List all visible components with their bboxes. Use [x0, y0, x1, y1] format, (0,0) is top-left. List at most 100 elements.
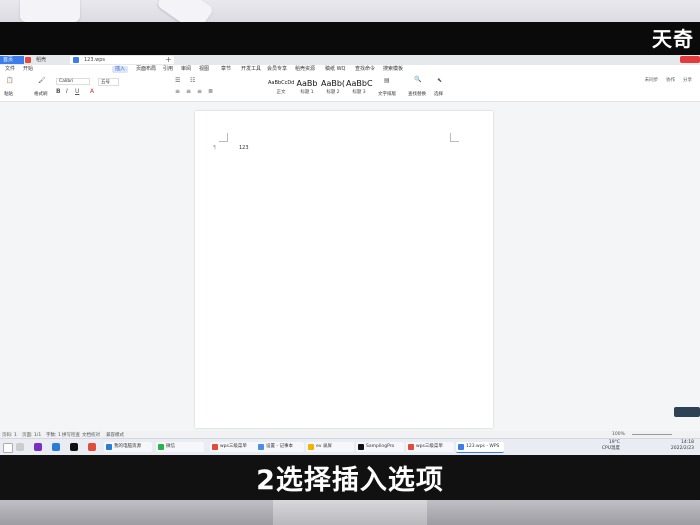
cursor-select-icon[interactable]: ⬉	[437, 77, 442, 84]
weather-widget[interactable]: 19°C CPU温度	[602, 440, 620, 452]
video-top-band	[0, 22, 700, 55]
align-left-icon[interactable]: ≡	[175, 88, 180, 95]
paste-icon[interactable]: 📋	[6, 77, 13, 84]
menu-item[interactable]: 页面布局	[133, 66, 159, 73]
paste-button[interactable]: 粘贴	[4, 91, 13, 97]
text-tools-button[interactable]: 文字排版	[378, 91, 396, 97]
find-replace-button[interactable]: 查找替换	[408, 91, 426, 97]
app-icon	[458, 444, 464, 450]
taskbar-app[interactable]: SamplingPro	[356, 442, 404, 452]
collab-button[interactable]: 协作	[666, 78, 675, 83]
menu-item[interactable]: 会员专享	[264, 66, 290, 73]
underline-icon[interactable]: U	[75, 88, 79, 95]
style-label: 标题 1	[300, 90, 314, 95]
docer-icon	[25, 57, 31, 63]
style-preset[interactable]: AaBbC 标题 3	[346, 78, 373, 98]
style-label: 标题 3	[352, 90, 366, 95]
desk-object	[20, 0, 80, 22]
select-button[interactable]: 选择	[434, 91, 443, 97]
share-button[interactable]: 分享	[683, 78, 692, 83]
font-color-icon[interactable]: A	[90, 88, 94, 95]
menu-item[interactable]: 引用	[160, 66, 176, 73]
tab-docer-label: 稻壳	[36, 57, 47, 63]
menu-item[interactable]: 插入	[112, 66, 129, 73]
taskbar-app[interactable]: wps三级菜单	[210, 442, 258, 452]
taskbar-app-label: 微信	[166, 444, 175, 449]
video-caption: 2选择插入选项	[256, 465, 444, 496]
tab-document-label: 123.wps	[84, 57, 106, 63]
taskbar-app-label: ev 录屏	[316, 444, 332, 449]
status-bar: 页码: 1 页面: 1/1 字数: 1 拼写检查 文档校对 兼容模式 100%	[0, 431, 700, 438]
app-icon[interactable]	[52, 443, 60, 451]
taskbar-app[interactable]: 设置 - 记事本	[256, 442, 304, 452]
menu-item[interactable]: 搜索模板	[380, 66, 406, 73]
italic-icon[interactable]: I	[66, 88, 68, 95]
app-icon	[158, 444, 164, 450]
capcut-icon[interactable]	[70, 443, 78, 451]
menu-item[interactable]: 章节	[218, 66, 234, 73]
new-tab-button[interactable]: +	[165, 56, 172, 64]
menu-item[interactable]: 开始	[20, 66, 36, 73]
clock-date: 2022/2/23	[670, 446, 694, 451]
taskbar-app-label: 设置 - 记事本	[266, 444, 293, 449]
align-right-icon[interactable]: ≡	[197, 88, 202, 95]
zoom-level[interactable]: 100%	[612, 432, 625, 437]
taskbar-app[interactable]: 123.wps - WPS	[456, 442, 504, 453]
list-icon[interactable]: ☰	[175, 77, 180, 84]
format-painter-icon[interactable]: 🖌	[38, 77, 46, 84]
font-size-select[interactable]: 五号	[98, 78, 119, 86]
format-painter-button[interactable]: 格式刷	[34, 91, 48, 97]
style-preset[interactable]: AaBbCcDd 正文	[268, 78, 294, 98]
menu-item[interactable]: 开发工具	[238, 66, 264, 73]
menu-item[interactable]: 查找命令	[352, 66, 378, 73]
text-tools-icon[interactable]: ▤	[384, 77, 390, 84]
search-icon[interactable]	[16, 443, 24, 451]
numbered-list-icon[interactable]: ☷	[190, 77, 195, 84]
bold-icon[interactable]: B	[56, 88, 61, 95]
menu-item[interactable]: 稿纸 WQ	[322, 66, 348, 73]
tab-bar: 首页 稻壳 123.wps +	[0, 55, 700, 65]
margin-corner-top-right	[450, 133, 459, 142]
style-preview: AaBb	[296, 79, 318, 88]
cloud-status[interactable]: 未同步	[645, 78, 659, 83]
document-page[interactable]: ¶ 123	[195, 111, 493, 428]
collab-tools: 未同步 协作 分享	[645, 76, 692, 83]
menu-item[interactable]: 视图	[196, 66, 212, 73]
taskbar-app-label: 123.wps - WPS	[466, 444, 500, 449]
floating-widget[interactable]	[674, 407, 700, 417]
align-center-icon[interactable]: ≡	[186, 88, 191, 95]
style-preview: AaBbC	[346, 79, 373, 88]
font-select[interactable]: Calibri	[56, 78, 91, 85]
justify-icon[interactable]: ≣	[208, 88, 213, 95]
wps-window: 首页 稻壳 123.wps + 文件 开始 插入 页面布局 引用 审阅 视图 章节 开发工具 会员…	[0, 55, 700, 455]
taskbar-app[interactable]: ev 录屏	[306, 442, 354, 452]
taskbar-app[interactable]: wps三级菜单	[406, 442, 454, 452]
windows-taskbar: 我的电脑资源 微信 wps三级菜单 设置 - 记事本 ev 录屏 SamplingPro w…	[0, 438, 700, 455]
menu-item[interactable]: 文件	[2, 66, 18, 73]
style-preset[interactable]: AaBb( 标题 2	[320, 78, 346, 98]
ribbon-toolbar: 📋 粘贴 🖌 格式刷 Calibri 五号 B I U A ☰ ☷ ≡ ≡ ≡ …	[0, 74, 700, 102]
document-text[interactable]: 123	[239, 145, 249, 151]
watermark-logo: 天奇	[652, 27, 694, 51]
margin-corner-top-left	[219, 133, 228, 142]
taskbar-app[interactable]: 我的电脑资源	[104, 442, 152, 452]
app-icon	[258, 444, 264, 450]
app-icon[interactable]	[34, 443, 42, 451]
style-label: 标题 2	[326, 90, 340, 95]
taskbar-app-label: SamplingPro	[366, 444, 395, 449]
menu-item[interactable]: 审阅	[178, 66, 194, 73]
taskbar-app[interactable]: 微信	[156, 442, 204, 452]
system-clock[interactable]: 14:18 2022/2/23	[671, 440, 694, 452]
find-icon[interactable]: 🔍	[414, 76, 421, 83]
style-label: 正文	[276, 90, 286, 95]
zoom-slider[interactable]	[632, 434, 672, 435]
account-button[interactable]	[680, 56, 700, 63]
tab-home[interactable]: 首页	[0, 56, 24, 64]
start-icon[interactable]	[3, 443, 13, 453]
tab-document[interactable]: 123.wps	[70, 56, 174, 64]
monitor-stand	[0, 500, 700, 525]
menu-item[interactable]: 稻壳资源	[292, 66, 318, 73]
style-preset[interactable]: AaBb 标题 1	[294, 78, 320, 98]
wps-icon[interactable]	[88, 443, 96, 451]
style-preview: AaBb(	[320, 79, 346, 88]
